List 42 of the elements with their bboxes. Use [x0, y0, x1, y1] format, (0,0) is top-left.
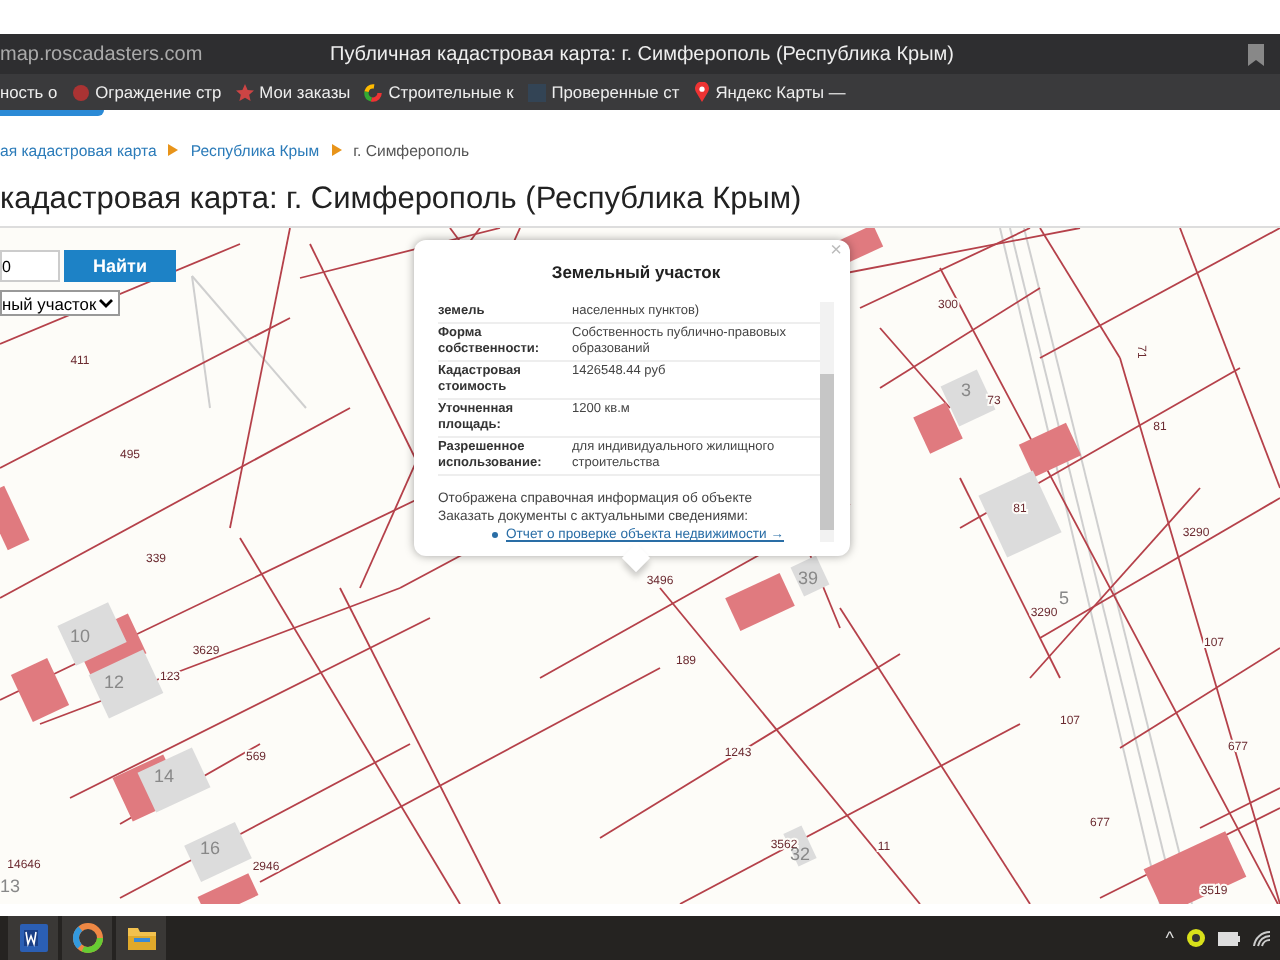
battery-icon[interactable]	[1218, 931, 1240, 945]
house-number: 14	[154, 766, 174, 786]
scrollbar[interactable]	[820, 302, 834, 542]
scroll-thumb[interactable]	[820, 374, 834, 530]
word-app-icon	[15, 920, 51, 956]
house-number: 39	[798, 568, 818, 588]
bookmark[interactable]: ность о	[0, 82, 58, 102]
wifi-icon[interactable]	[1252, 929, 1272, 947]
chevron-icon	[168, 144, 179, 156]
house-number: 16	[200, 838, 220, 858]
map-pin-icon	[693, 82, 710, 102]
ring-app-icon	[69, 920, 105, 956]
tray-caret[interactable]: ^	[1165, 928, 1174, 948]
star-icon	[235, 83, 254, 101]
tray-app-icon[interactable]	[1186, 928, 1206, 948]
bookmark-icon[interactable]	[1248, 43, 1264, 65]
house-number: 3	[961, 380, 971, 400]
page-heading: кадастровая карта: г. Симферополь (Республика Крым)	[0, 180, 804, 220]
site-icon	[527, 83, 546, 101]
bookmark[interactable]: Строительные к	[364, 82, 514, 102]
house-number: 5	[1059, 588, 1069, 608]
bullet-icon	[492, 532, 498, 538]
house-number: 10	[70, 626, 90, 646]
taskbar-app[interactable]	[116, 916, 166, 960]
house-number: 13	[0, 876, 20, 896]
type-dropdown[interactable]: ный участок	[0, 290, 120, 316]
search-button[interactable]: Найти	[64, 250, 176, 282]
bookmark[interactable]: Проверенные ст	[527, 82, 680, 102]
bookmark[interactable]: Мои заказы	[235, 82, 351, 102]
bookmark[interactable]: Яндекс Карты —	[693, 82, 846, 102]
bookmark[interactable]: Ограждение стр	[71, 82, 222, 102]
multicolor-ring-icon	[364, 83, 383, 101]
taskbar-app[interactable]	[62, 916, 112, 960]
chevron-icon	[331, 144, 342, 156]
search-field[interactable]: 0	[0, 250, 60, 282]
chevron-icon	[98, 297, 114, 309]
site-icon	[71, 83, 90, 101]
popup-title: Земельный участок	[549, 260, 723, 286]
page-title: Публичная кадастровая карта: г. Симферополь (Республика Крым)	[330, 43, 957, 65]
taskbar-app[interactable]	[8, 916, 58, 960]
address-bar[interactable]: map.roscadasters.com	[0, 43, 330, 65]
house-number: 12	[104, 672, 124, 692]
